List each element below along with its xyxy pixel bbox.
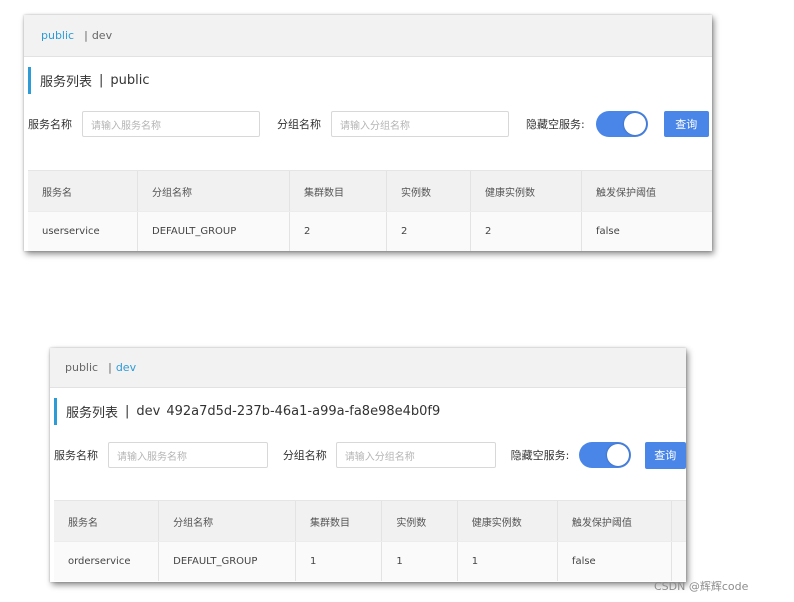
- column-header: 健康实例数: [458, 501, 558, 541]
- page-title: 服务列表 | dev 492a7d5d-237b-46a1-a99a-fa8e9…: [50, 398, 686, 425]
- column-header: 触发保护阈值: [596, 187, 656, 199]
- title-namespace: public: [110, 73, 150, 88]
- filter-bar: 服务名称 请输入服务名称 分组名称 请输入分组名称 隐藏空服务: 查询: [24, 110, 712, 138]
- table-row: userservice DEFAULT_GROUP 2 2 2 false: [28, 211, 712, 251]
- column-header: 分组名称: [138, 171, 290, 211]
- namespace-tab-dev[interactable]: dev: [92, 29, 112, 42]
- cell-protect-threshold: false: [558, 542, 672, 581]
- group-name-input[interactable]: 请输入分组名称: [331, 111, 509, 137]
- cell-service-name: userservice: [28, 212, 138, 251]
- namespace-separator: |: [108, 361, 112, 374]
- hide-empty-label: 隐藏空服务:: [510, 449, 570, 462]
- cell-cluster-count: 2: [290, 212, 387, 251]
- page-title-text: 服务列表: [66, 406, 119, 421]
- column-header: 服务名: [54, 501, 160, 541]
- column-header: 健康实例数: [471, 171, 582, 211]
- hide-empty-toggle[interactable]: [579, 442, 631, 468]
- toggle-knob: [606, 444, 629, 466]
- service-table: 服务名 分组名称 集群数目 实例数 健康实例数 触发保护阈值 userservi…: [28, 170, 712, 251]
- table-header-row: 服务名 分组名称 集群数目 实例数 健康实例数 触发保护阈值: [28, 171, 712, 211]
- title-accent-bar: [28, 67, 31, 94]
- column-header: 集群数目: [290, 171, 387, 211]
- namespace-tab-public[interactable]: public: [65, 361, 98, 374]
- cell-healthy-count: 1: [458, 542, 558, 581]
- column-header: 服务名: [28, 171, 138, 211]
- service-name-label: 服务名称: [28, 118, 72, 131]
- group-name-label: 分组名称: [282, 449, 327, 462]
- service-table: 服务名 分组名称 集群数目 实例数 健康实例数 触发保护阈值 orderserv…: [54, 500, 686, 581]
- service-name-label: 服务名称: [54, 449, 98, 462]
- table-header-row: 服务名 分组名称 集群数目 实例数 健康实例数 触发保护阈值: [54, 501, 686, 541]
- cell-cluster-count: 1: [296, 542, 383, 581]
- namespace-bar: public | dev: [50, 348, 686, 388]
- title-separator: |: [99, 73, 104, 88]
- column-header: 分组名称: [159, 501, 296, 541]
- cell-service-name: orderservice: [54, 542, 160, 581]
- service-list-panel-public: public | dev 服务列表 | public 服务名称 请输入服务名称 …: [24, 15, 712, 251]
- column-header: 触发保护阈值: [558, 501, 672, 541]
- cell-group-name: DEFAULT_GROUP: [159, 542, 296, 581]
- cell-instance-count: 1: [382, 542, 458, 581]
- toggle-knob: [623, 113, 646, 135]
- cell-extra: [672, 542, 686, 581]
- csdn-watermark: CSDN @辉辉code: [654, 580, 749, 593]
- query-button[interactable]: 查询: [663, 111, 709, 137]
- cell-group-name: DEFAULT_GROUP: [138, 212, 290, 251]
- title-accent-bar: [54, 398, 57, 425]
- column-header: 实例数: [387, 171, 471, 211]
- column-header-extra: [672, 501, 686, 541]
- group-name-input[interactable]: 请输入分组名称: [335, 442, 496, 468]
- cell-healthy-count: 2: [471, 212, 582, 251]
- namespace-bar: public | dev: [24, 15, 712, 57]
- cell-protect-threshold: false: [596, 226, 620, 237]
- service-name-input[interactable]: 请输入服务名称: [82, 111, 260, 137]
- page-title: 服务列表 | public: [24, 67, 712, 94]
- title-separator: |: [125, 404, 130, 419]
- title-namespace-id: 492a7d5d-237b-46a1-a99a-fa8e98e4b0f9: [166, 404, 441, 419]
- column-header: 集群数目: [296, 501, 383, 541]
- namespace-separator: |: [84, 29, 88, 42]
- filter-bar: 服务名称 请输入服务名称 分组名称 请输入分组名称 隐藏空服务: 查询: [50, 441, 686, 469]
- namespace-tab-dev[interactable]: dev: [116, 361, 136, 374]
- column-header: 实例数: [382, 501, 458, 541]
- hide-empty-toggle[interactable]: [595, 111, 648, 137]
- hide-empty-label: 隐藏空服务:: [526, 118, 585, 131]
- page-title-text: 服务列表: [40, 75, 93, 90]
- group-name-label: 分组名称: [277, 118, 321, 131]
- namespace-tab-public[interactable]: public: [41, 29, 74, 42]
- table-row: orderservice DEFAULT_GROUP 1 1 1 false: [54, 541, 686, 581]
- service-name-input[interactable]: 请输入服务名称: [108, 442, 268, 468]
- query-button[interactable]: 查询: [644, 441, 686, 469]
- service-list-panel-dev: public | dev 服务列表 | dev 492a7d5d-237b-46…: [50, 348, 686, 582]
- title-namespace: dev: [136, 404, 161, 419]
- cell-instance-count: 2: [387, 212, 471, 251]
